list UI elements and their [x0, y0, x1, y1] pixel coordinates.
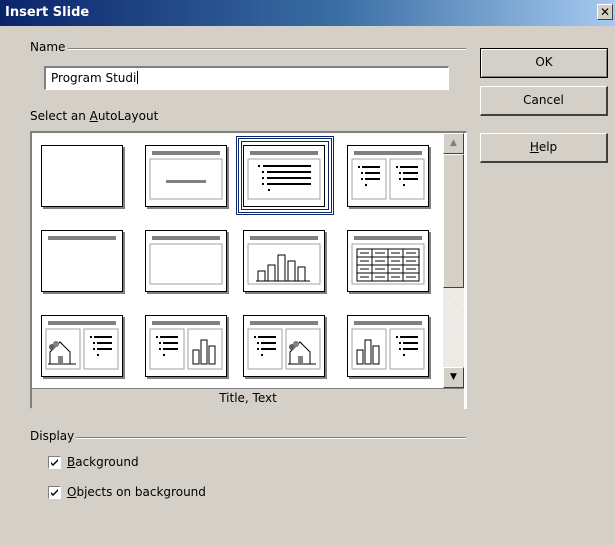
cancel-button[interactable]: Cancel [480, 86, 608, 116]
arrow-up-icon: ▲ [450, 138, 457, 148]
title-text-chart-thumbnail [149, 321, 223, 370]
layout-title-2text[interactable] [347, 145, 429, 207]
arrow-down-icon: ▼ [450, 372, 457, 382]
checkmark-icon [51, 489, 58, 496]
title-chart-thumbnail [247, 236, 321, 285]
help-accel: H [529, 140, 539, 154]
layout-title-text-clipart[interactable] [243, 315, 325, 377]
layout-title-table[interactable] [347, 230, 429, 292]
objects-on-background-checkbox[interactable] [48, 486, 61, 499]
window-title: Insert Slide [5, 5, 90, 20]
background-checkbox-label[interactable]: Background [67, 455, 139, 469]
layout-title-only[interactable] [41, 230, 123, 292]
layout-blank[interactable] [41, 145, 123, 207]
slide-name-value: Program Studi [51, 71, 137, 85]
autolayout-label-accel: A [89, 109, 98, 123]
selected-layout-caption: Title, Text [32, 388, 464, 409]
title-bar[interactable]: Insert Slide ✕ [0, 0, 615, 26]
layout-title-chart[interactable] [243, 230, 325, 292]
name-group-divider [68, 48, 466, 50]
text-caret [137, 71, 139, 84]
autolayout-label-suffix: utoLayout [97, 109, 159, 123]
title-slide-thumbnail [149, 151, 223, 200]
title-only-thumbnail [48, 236, 116, 240]
title-content-thumbnail [149, 236, 223, 285]
layout-title-slide[interactable] [145, 145, 227, 207]
close-icon: ✕ [599, 5, 611, 19]
background-checkbox[interactable] [48, 456, 61, 469]
ok-button[interactable]: OK [480, 48, 608, 78]
scroll-up-button[interactable]: ▲ [443, 133, 464, 154]
title-2text-thumbnail [351, 151, 425, 200]
display-group-label: Display [30, 429, 75, 443]
close-button[interactable]: ✕ [597, 4, 613, 20]
layout-title-text-chart[interactable] [145, 315, 227, 377]
layout-scrollbar[interactable]: ▲ ▼ [443, 133, 464, 388]
objects-label-rest: bjects on background [76, 485, 206, 499]
help-button[interactable]: Help [480, 133, 608, 163]
selected-layout-highlight [236, 136, 334, 215]
background-label-rest: ackground [75, 455, 139, 469]
autolayout-label-prefix: Select an [30, 109, 90, 123]
autolayout-label: Select an AutoLayout [30, 109, 158, 123]
title-table-thumbnail [351, 236, 425, 285]
layout-title-chart-text[interactable] [347, 315, 429, 377]
title-clipart-text-thumbnail [45, 321, 119, 370]
scroll-thumb[interactable] [443, 154, 464, 288]
background-accel: B [67, 455, 76, 469]
title-chart-text-thumbnail [351, 321, 425, 370]
title-text-clipart-thumbnail [247, 321, 321, 370]
checkmark-icon [51, 459, 58, 466]
layout-title-content[interactable] [145, 230, 227, 292]
name-group-label: Name [30, 40, 66, 54]
slide-name-input[interactable]: Program Studi [44, 66, 449, 90]
scroll-down-button[interactable]: ▼ [443, 367, 464, 388]
objects-on-background-checkbox-label[interactable]: Objects on background [67, 485, 206, 499]
display-group-divider [76, 437, 466, 439]
layout-title-clipart-text[interactable] [41, 315, 123, 377]
help-label-rest: elp [538, 140, 558, 154]
